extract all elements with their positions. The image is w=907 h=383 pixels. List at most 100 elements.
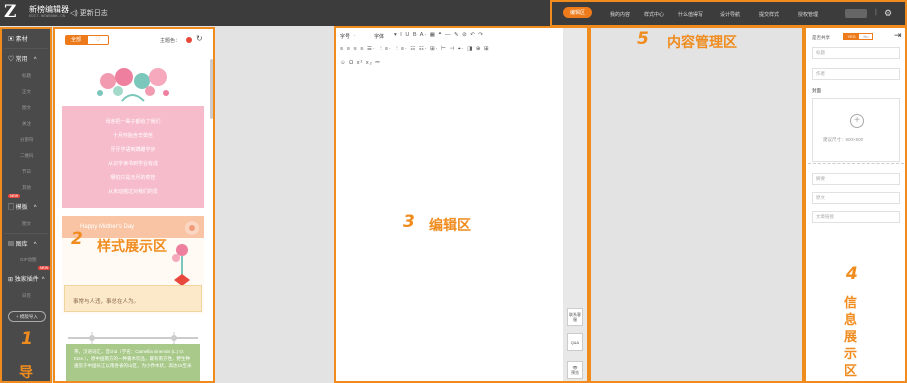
tea-text-block: 茶，汉语词汇，音chá（学名：Camellia sinensis (L.) O.… <box>66 344 200 381</box>
plugin-icon: ⊞ <box>8 277 15 283</box>
info-panel: 是否共享 YES No ⇥ 标题 作者 封面 + 建议尺寸：900×500 摘要… <box>804 26 907 383</box>
chevron-up-icon: ^ <box>33 57 37 63</box>
speaker-icon: ◁) <box>70 10 78 17</box>
style-card-mothers-day[interactable]: Happy Mother's Day 事常与人违，事总在人为。 <box>62 216 204 314</box>
sidebar-subitem-holiday[interactable]: 节日 <box>22 169 31 175</box>
nav-item-auth-manage[interactable]: 授权管理 <box>798 11 818 18</box>
new-badge: NEW <box>8 194 21 198</box>
poem-line: 从识字读书到学业有成 <box>107 161 158 167</box>
article-link-input[interactable]: 文章链接 <box>812 211 900 223</box>
sidebar-subitem-imgtext[interactable]: 图文 <box>22 105 31 111</box>
area-number-3: 3 <box>403 212 415 232</box>
poem-line: 哪怕只是无尽的牵挂 <box>110 175 156 181</box>
nav-item-submit-style[interactable]: 提交样式 <box>759 11 779 18</box>
preview-button[interactable]: 👁 预览 <box>567 361 583 379</box>
app-domain: EDIT.NEWRANK.CN <box>29 15 66 19</box>
sidebar-item-plugin[interactable]: ⊞ 独家插件 ^ <box>8 274 56 283</box>
chevron-up-icon: ^ <box>41 277 45 283</box>
sidebar-subitem-divider[interactable]: 分割符 <box>20 137 34 143</box>
gear-icon[interactable]: ⚙ <box>884 8 892 19</box>
cover-upload[interactable]: + 建议尺寸：900×500 <box>812 98 900 162</box>
area-label-char: 展 <box>844 329 858 344</box>
main-nav: 编辑区 我的内容 样式中心 什么值得写 设计导航 提交样式 授权管理 | ⚙ <box>550 0 907 27</box>
changelog-label: 更新日志 <box>79 10 108 17</box>
sidebar-item-gallery[interactable]: ▤ 图库 ^ <box>8 239 56 248</box>
contact-support-button[interactable]: 联系客服 <box>567 308 583 326</box>
font-size-select[interactable]: 字号 <box>340 33 350 40</box>
nav-item-style-center[interactable]: 样式中心 <box>644 11 664 18</box>
new-badge: NEW <box>38 266 51 270</box>
sidebar-item-common[interactable]: ♡ 常用 ^ <box>8 54 56 63</box>
sidebar-subitem-daily[interactable]: 日签 <box>22 293 31 299</box>
area-label-1: 导 <box>19 364 33 380</box>
hanging-rod-icon <box>68 332 198 344</box>
sidebar: ▣ 素材 ♡ 常用 ^ 标题 正文 图文 关注 分割符 二维码 节日 其他 NEW… <box>0 27 52 383</box>
format-toolbar-row3[interactable]: ☺ Ω x² x₂ ⎓ <box>340 60 381 67</box>
gallery-icon: ▤ <box>8 242 16 248</box>
flower-bouquet-icon <box>172 244 190 286</box>
app-name: 新榜编辑器 <box>29 5 69 14</box>
sidebar-item-label: 常用 <box>15 57 28 63</box>
area-label-char: 信 <box>844 295 858 310</box>
tab-all[interactable]: 全部 <box>65 35 87 45</box>
nav-item-design-nav[interactable]: 设计导航 <box>720 11 740 18</box>
preview-label: 预览 <box>571 370 579 375</box>
sidebar-subitem-qrcode[interactable]: 二维码 <box>20 153 34 159</box>
author-input[interactable]: 作者 <box>812 68 900 80</box>
area-number-5: 5 <box>637 29 649 49</box>
style-panel: 全部 ♡ 主题色： ↻ 母亲把一辈子都给了我们 十月怀胎含辛茹苦 牙牙学语到蹒跚… <box>53 27 215 383</box>
changelog-link[interactable]: ◁) 更新日志 <box>70 8 108 18</box>
sidebar-subitem-other[interactable]: 其他 <box>22 185 31 191</box>
app-root: Z 新榜编辑器 EDIT.NEWRANK.CN ◁) 更新日志 编辑区 我的内容 … <box>0 0 907 383</box>
title-input[interactable]: 标题 <box>812 47 900 59</box>
nav-item-what-to-write[interactable]: 什么值得写 <box>678 11 703 18</box>
editor-panel: 字号 · 字体 ▾ I U B A· ▦ ❝ — ✎ ⊘ ↶ ↷ ≡ ≡ ≡ ≡… <box>334 26 589 383</box>
summary-input[interactable]: 摘要 <box>812 173 900 185</box>
toggle-no[interactable]: No <box>859 34 873 39</box>
image-icon: ▣ <box>8 37 16 43</box>
collapse-icon[interactable]: ⇥ <box>894 30 902 41</box>
sidebar-item-template[interactable]: ▢ 模板 ^ <box>8 202 56 211</box>
font-family-select[interactable]: 字体 <box>374 33 384 40</box>
format-toolbar-row1[interactable]: ▾ I U B A· ▦ ❝ — ✎ ⊘ ↶ ↷ <box>394 32 484 38</box>
content-management-panel: 5 内容管理区 <box>589 26 804 383</box>
style-card-mother-poem[interactable]: 母亲把一辈子都给了我们 十月怀胎含辛茹苦 牙牙学语到蹒跚学步 从识字读书到学业有… <box>62 51 204 211</box>
logo-icon[interactable]: Z <box>4 3 24 21</box>
nav-item-my-content[interactable]: 我的内容 <box>610 11 630 18</box>
avatar[interactable] <box>845 9 867 18</box>
reset-icon[interactable]: ↻ <box>196 34 203 43</box>
divider <box>4 233 48 234</box>
heart-icon: ♡ <box>8 57 16 63</box>
sidebar-item-material[interactable]: ▣ 素材 <box>8 34 56 43</box>
sidebar-subitem-template-imgtext[interactable]: 图文 <box>22 221 31 227</box>
flower-icon <box>185 221 199 235</box>
area-number-4: 4 <box>846 264 858 284</box>
sidebar-item-label: 素材 <box>15 37 28 43</box>
sidebar-subitem-follow[interactable]: 关注 <box>22 121 31 127</box>
poem-block: 母亲把一辈子都给了我们 十月怀胎含辛茹苦 牙牙学语到蹒跚学步 从识字读书到学业有… <box>62 106 204 208</box>
card-header: Happy Mother's Day <box>62 216 204 238</box>
style-card-tea[interactable]: 茶，汉语词汇，音chá（学名：Camellia sinensis (L.) O.… <box>62 322 204 381</box>
editor-toolbar: 字号 · 字体 ▾ I U B A· ▦ ❝ — ✎ ⊘ ↶ ↷ ≡ ≡ ≡ ≡… <box>338 30 563 74</box>
share-label: 是否共享 <box>812 35 830 40</box>
sidebar-item-label: 模板 <box>15 205 28 211</box>
chevron-down-icon[interactable]: · <box>354 33 356 39</box>
template-import-button[interactable]: + 模版导入 <box>8 311 46 322</box>
scrollbar[interactable] <box>210 59 213 119</box>
divider <box>4 48 48 49</box>
nav-item-editor[interactable]: 编辑区 <box>563 7 593 18</box>
source-input[interactable]: 原文 <box>812 192 900 204</box>
template-icon: ▢ <box>8 205 16 211</box>
theme-color-swatch[interactable] <box>186 37 192 43</box>
sidebar-subitem-gif[interactable]: GIF动图 <box>20 257 37 263</box>
cover-label: 封面 <box>812 88 821 93</box>
sidebar-subitem-title[interactable]: 标题 <box>22 73 31 79</box>
tab-favorites[interactable]: ♡ <box>87 35 109 45</box>
format-toolbar-row2[interactable]: ≡ ≡ ≡ ≡ ☰· ⋮≡· ⋮≡· ☷ ☷· ⊞· ⊢ ⊣ ⌖· ◨ ⊕ ⊞ <box>340 46 490 53</box>
qa-button[interactable]: Q&A <box>567 333 583 351</box>
sidebar-subitem-body[interactable]: 正文 <box>22 89 31 95</box>
area-label-4: 信 息 展 示 区 <box>844 294 860 379</box>
share-toggle[interactable]: YES No <box>843 33 873 40</box>
area-number-2: 2 <box>71 229 83 249</box>
toggle-yes[interactable]: YES <box>844 34 859 39</box>
